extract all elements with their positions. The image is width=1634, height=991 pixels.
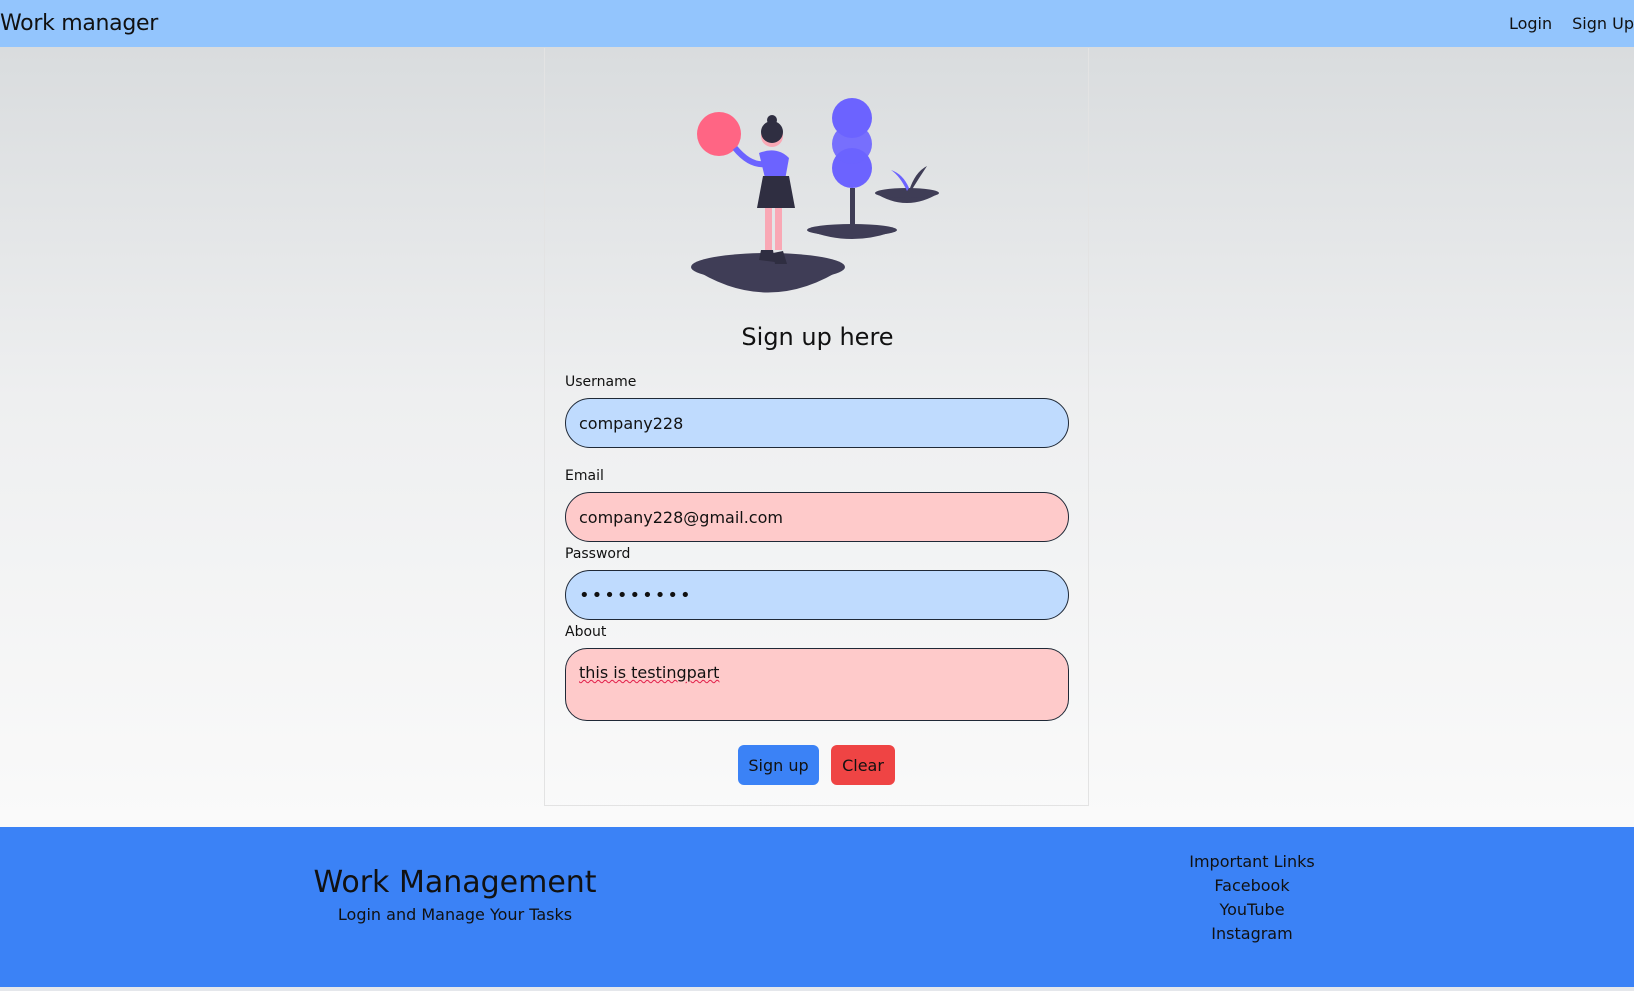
bottom-strip xyxy=(0,987,1634,991)
top-navbar: Work manager Login Sign Up xyxy=(0,0,1634,47)
footer-links: Important Links Facebook YouTube Instagr… xyxy=(1152,850,1352,946)
footer: Work Management Login and Manage Your Ta… xyxy=(0,827,1634,987)
signup-button[interactable]: Sign up xyxy=(738,745,819,785)
signup-card: Sign up here Username Email Password Abo… xyxy=(544,48,1089,806)
about-label: About xyxy=(565,624,607,640)
facebook-link[interactable]: Facebook xyxy=(1152,874,1352,898)
nav-login-link[interactable]: Login xyxy=(1509,14,1552,33)
nav-signup-link[interactable]: Sign Up xyxy=(1572,14,1634,33)
footer-title: Work Management xyxy=(313,865,597,900)
password-label: Password xyxy=(565,546,631,562)
email-input[interactable] xyxy=(565,492,1069,542)
password-input[interactable] xyxy=(565,570,1069,620)
username-input[interactable] xyxy=(565,398,1069,448)
signup-illustration xyxy=(691,98,939,293)
brand-title[interactable]: Work manager xyxy=(0,11,158,36)
clear-button[interactable]: Clear xyxy=(831,745,895,785)
main-section: Sign up here Username Email Password Abo… xyxy=(0,47,1634,827)
nav-links: Login Sign Up xyxy=(1509,14,1634,33)
youtube-link[interactable]: YouTube xyxy=(1152,898,1352,922)
instagram-link[interactable]: Instagram xyxy=(1152,922,1352,946)
username-label: Username xyxy=(565,374,637,390)
about-text: this is testingpart xyxy=(579,663,720,682)
about-textarea[interactable]: this is testingpart xyxy=(565,648,1069,721)
footer-links-heading: Important Links xyxy=(1189,852,1315,871)
email-label: Email xyxy=(565,468,604,484)
footer-subtitle: Login and Manage Your Tasks xyxy=(337,905,573,924)
form-title: Sign up here xyxy=(741,323,894,351)
